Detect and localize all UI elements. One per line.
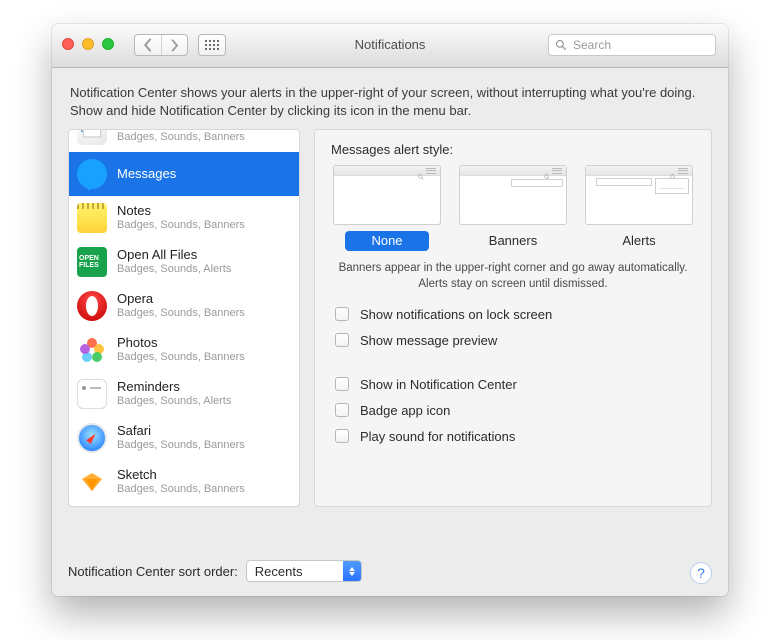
opt-label: Show in Notification Center bbox=[360, 377, 517, 392]
app-name: Messages bbox=[117, 167, 176, 182]
app-name: Safari bbox=[117, 424, 245, 439]
reminders-icon bbox=[77, 379, 107, 409]
app-name: Notes bbox=[117, 204, 245, 219]
titlebar: Notifications bbox=[52, 24, 728, 68]
list-item[interactable]: Messages bbox=[69, 152, 299, 196]
opt-label: Play sound for notifications bbox=[360, 429, 515, 444]
alert-style-label: None bbox=[345, 231, 429, 251]
opt-label: Show message preview bbox=[360, 333, 497, 348]
options: Show notifications on lock screen Show m… bbox=[331, 304, 695, 446]
app-sub: Badges, Sounds, Banners bbox=[117, 307, 245, 320]
app-sub: Badges, Sounds, Banners bbox=[117, 219, 245, 232]
list-item[interactable]: Sketch Badges, Sounds, Banners bbox=[69, 460, 299, 504]
select-stepper-icon bbox=[343, 561, 361, 581]
opera-icon bbox=[77, 291, 107, 321]
detail-panel: Messages alert style: None bbox=[314, 129, 712, 507]
app-sub: Badges, Sounds, Banners bbox=[117, 131, 245, 144]
checkbox[interactable] bbox=[335, 333, 349, 347]
app-name: Opera bbox=[117, 292, 245, 307]
search-field[interactable] bbox=[548, 34, 716, 56]
list-item[interactable]: Safari Badges, Sounds, Banners bbox=[69, 416, 299, 460]
checkbox[interactable] bbox=[335, 307, 349, 321]
opt-label: Show notifications on lock screen bbox=[360, 307, 552, 322]
list-item[interactable]: Mail Badges, Sounds, Banners bbox=[69, 129, 299, 152]
app-sub: Badges, Sounds, Alerts bbox=[117, 395, 231, 408]
safari-icon bbox=[77, 423, 107, 453]
minimize-icon[interactable] bbox=[82, 38, 94, 50]
chevron-right-icon bbox=[168, 39, 181, 52]
list-item[interactable]: OPEN FILES Open All Files Badges, Sounds… bbox=[69, 240, 299, 284]
opt-label: Badge app icon bbox=[360, 403, 450, 418]
sort-order-select[interactable]: Recents bbox=[246, 560, 362, 582]
app-sub: Badges, Sounds, Banners bbox=[117, 439, 245, 452]
app-name: Reminders bbox=[117, 380, 231, 395]
footer: Notification Center sort order: Recents bbox=[68, 558, 712, 584]
show-all-button[interactable] bbox=[198, 34, 226, 56]
notes-icon bbox=[77, 203, 107, 233]
sketch-icon bbox=[77, 467, 107, 497]
zoom-icon[interactable] bbox=[102, 38, 114, 50]
sort-order-label: Notification Center sort order: bbox=[68, 564, 238, 579]
sort-order-value: Recents bbox=[255, 564, 303, 579]
opt-badge[interactable]: Badge app icon bbox=[331, 400, 695, 420]
alert-style-banners[interactable]: Banners bbox=[459, 165, 567, 251]
alert-style-thumb bbox=[459, 165, 567, 225]
grid-icon bbox=[205, 40, 219, 50]
checkbox[interactable] bbox=[335, 377, 349, 391]
back-button[interactable] bbox=[135, 35, 161, 55]
checkbox[interactable] bbox=[335, 403, 349, 417]
forward-button[interactable] bbox=[161, 35, 187, 55]
search-input[interactable] bbox=[571, 37, 728, 53]
list-item[interactable]: Opera Badges, Sounds, Banners bbox=[69, 284, 299, 328]
opt-sound[interactable]: Play sound for notifications bbox=[331, 426, 695, 446]
app-name: Open All Files bbox=[117, 248, 231, 263]
checkbox[interactable] bbox=[335, 429, 349, 443]
opt-message-preview[interactable]: Show message preview bbox=[331, 330, 695, 350]
photos-icon bbox=[77, 335, 107, 365]
alert-style-alerts[interactable]: Alerts bbox=[585, 165, 693, 251]
nav-back-forward bbox=[134, 34, 188, 56]
app-sub: Badges, Sounds, Banners bbox=[117, 351, 245, 364]
content: Notification Center shows your alerts in… bbox=[52, 68, 728, 517]
search-icon bbox=[555, 39, 567, 51]
app-name: Sketch bbox=[117, 468, 245, 483]
close-icon[interactable] bbox=[62, 38, 74, 50]
app-sub: Badges, Sounds, Alerts bbox=[117, 263, 231, 276]
alert-style-thumb bbox=[333, 165, 441, 225]
openallfiles-icon: OPEN FILES bbox=[77, 247, 107, 277]
list-item[interactable]: Photos Badges, Sounds, Banners bbox=[69, 328, 299, 372]
alert-style-title: Messages alert style: bbox=[331, 142, 695, 157]
list-item[interactable]: Notes Badges, Sounds, Banners bbox=[69, 196, 299, 240]
app-name: Photos bbox=[117, 336, 245, 351]
alert-style-none[interactable]: None bbox=[333, 165, 441, 251]
app-list[interactable]: Mail Badges, Sounds, Banners Messages bbox=[68, 129, 300, 507]
alert-style-label: Alerts bbox=[585, 231, 693, 251]
preferences-window: Notifications Notification Center shows … bbox=[52, 24, 728, 596]
chevron-left-icon bbox=[141, 38, 155, 52]
app-sub: Badges, Sounds, Banners bbox=[117, 483, 245, 496]
mail-icon bbox=[77, 129, 107, 145]
help-button[interactable]: ? bbox=[690, 562, 712, 584]
opt-lock-screen[interactable]: Show notifications on lock screen bbox=[331, 304, 695, 324]
alert-style-thumb bbox=[585, 165, 693, 225]
intro-text: Notification Center shows your alerts in… bbox=[70, 84, 710, 119]
messages-icon bbox=[77, 159, 107, 189]
traffic-lights bbox=[62, 38, 114, 50]
columns: Mail Badges, Sounds, Banners Messages bbox=[68, 129, 712, 507]
help-icon: ? bbox=[697, 565, 705, 581]
alert-style-hint: Banners appear in the upper-right corner… bbox=[337, 261, 689, 292]
list-item[interactable]: Reminders Badges, Sounds, Alerts bbox=[69, 372, 299, 416]
opt-notification-center[interactable]: Show in Notification Center bbox=[331, 374, 695, 394]
alert-style-label: Banners bbox=[459, 231, 567, 251]
alert-style-options: None Banners bbox=[333, 165, 693, 251]
